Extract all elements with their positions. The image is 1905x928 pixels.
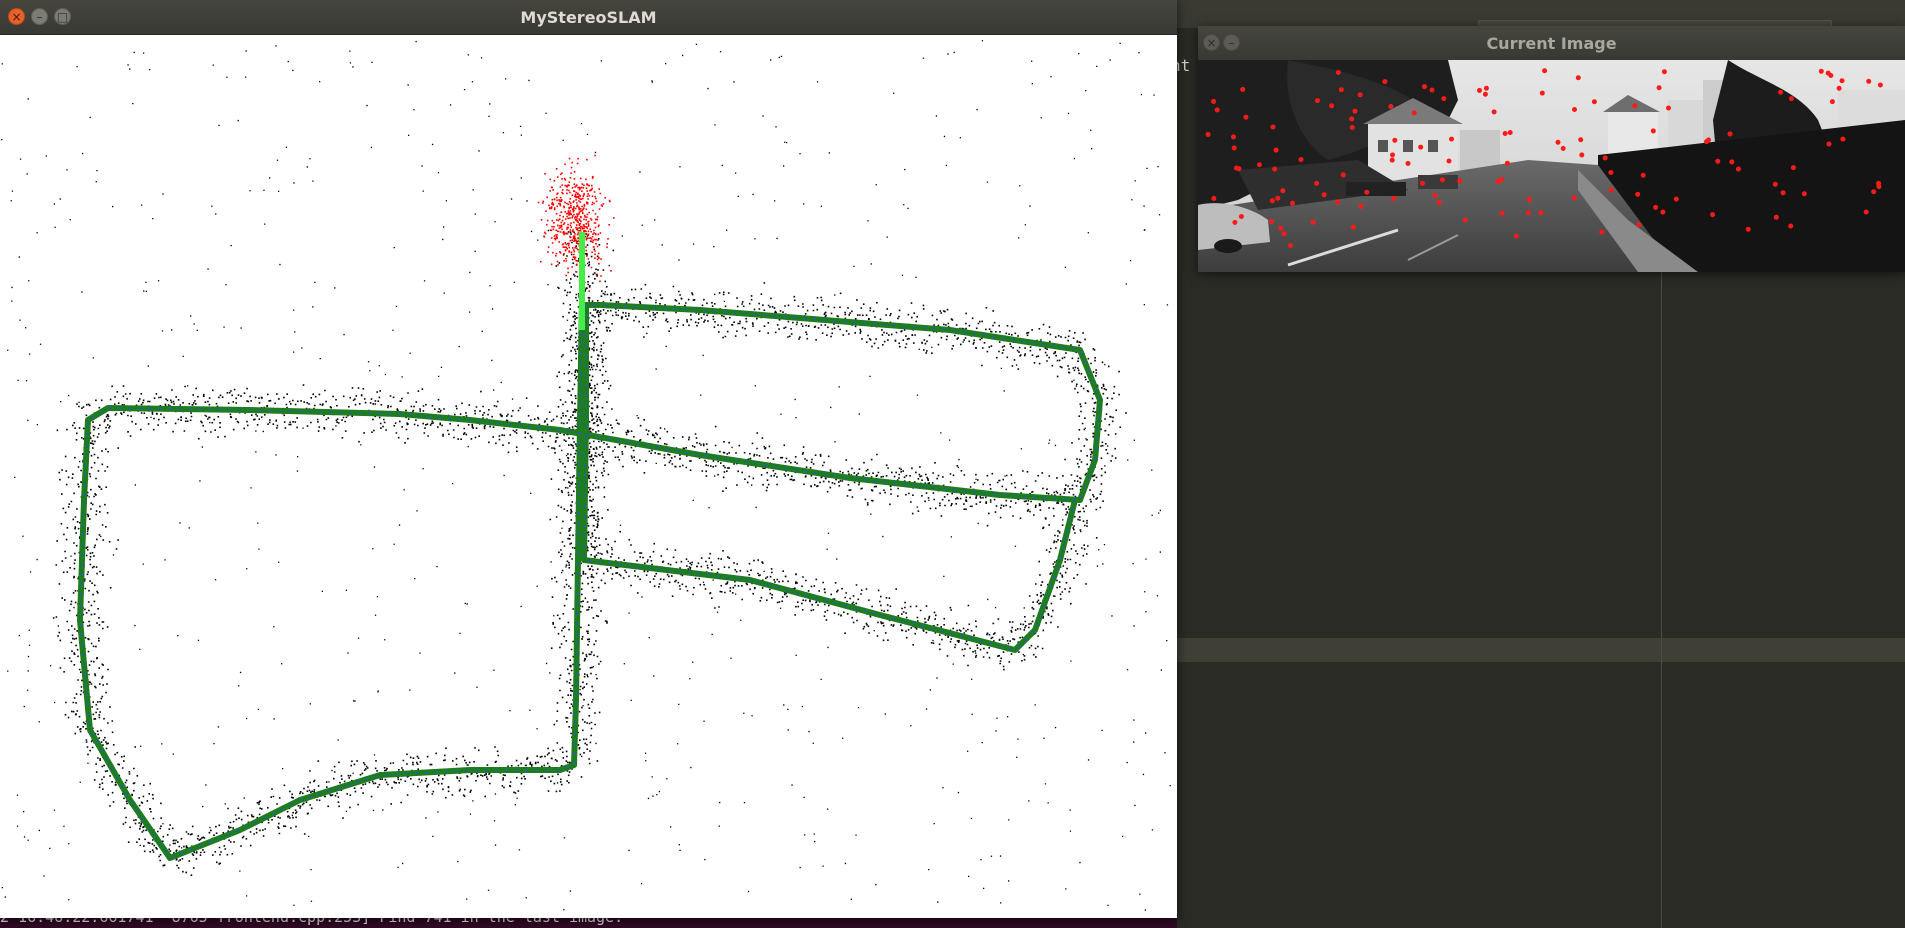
maximize-button[interactable]: □ — [54, 8, 71, 25]
map-view[interactable] — [0, 35, 1177, 918]
editor-current-line — [1177, 638, 1905, 662]
minimize-icon: – — [1228, 35, 1235, 50]
minimize-button[interactable]: – — [1223, 34, 1240, 51]
minimize-icon: – — [36, 9, 43, 24]
close-button[interactable]: × — [1203, 34, 1220, 51]
active-map-points — [537, 154, 615, 292]
camera-image — [1198, 60, 1905, 272]
car-far — [1346, 182, 1406, 196]
maximize-icon: □ — [56, 9, 69, 24]
slam-viewer-window: × – □ MyStereoSLAM — [0, 0, 1177, 918]
minimize-button[interactable]: – — [31, 8, 48, 25]
car-wheel — [1214, 239, 1242, 253]
house-window — [1378, 140, 1388, 152]
editor-ruler — [1661, 272, 1662, 928]
house-window — [1428, 140, 1438, 152]
slam-window-titlebar[interactable]: × – □ MyStereoSLAM — [0, 0, 1177, 35]
close-button[interactable]: × — [8, 8, 25, 25]
close-icon: × — [1206, 35, 1217, 50]
map-point-cloud — [52, 231, 1127, 876]
image-window-titlebar[interactable]: × – Current Image — [1198, 26, 1905, 61]
close-icon: × — [11, 9, 22, 24]
current-image-window: × – Current Image — [1198, 26, 1905, 272]
active-point-cloud — [537, 154, 615, 292]
window-title: Current Image — [1486, 33, 1617, 53]
house-window — [1403, 140, 1413, 152]
map-points — [52, 231, 1127, 876]
window-title: MyStereoSLAM — [520, 7, 657, 27]
